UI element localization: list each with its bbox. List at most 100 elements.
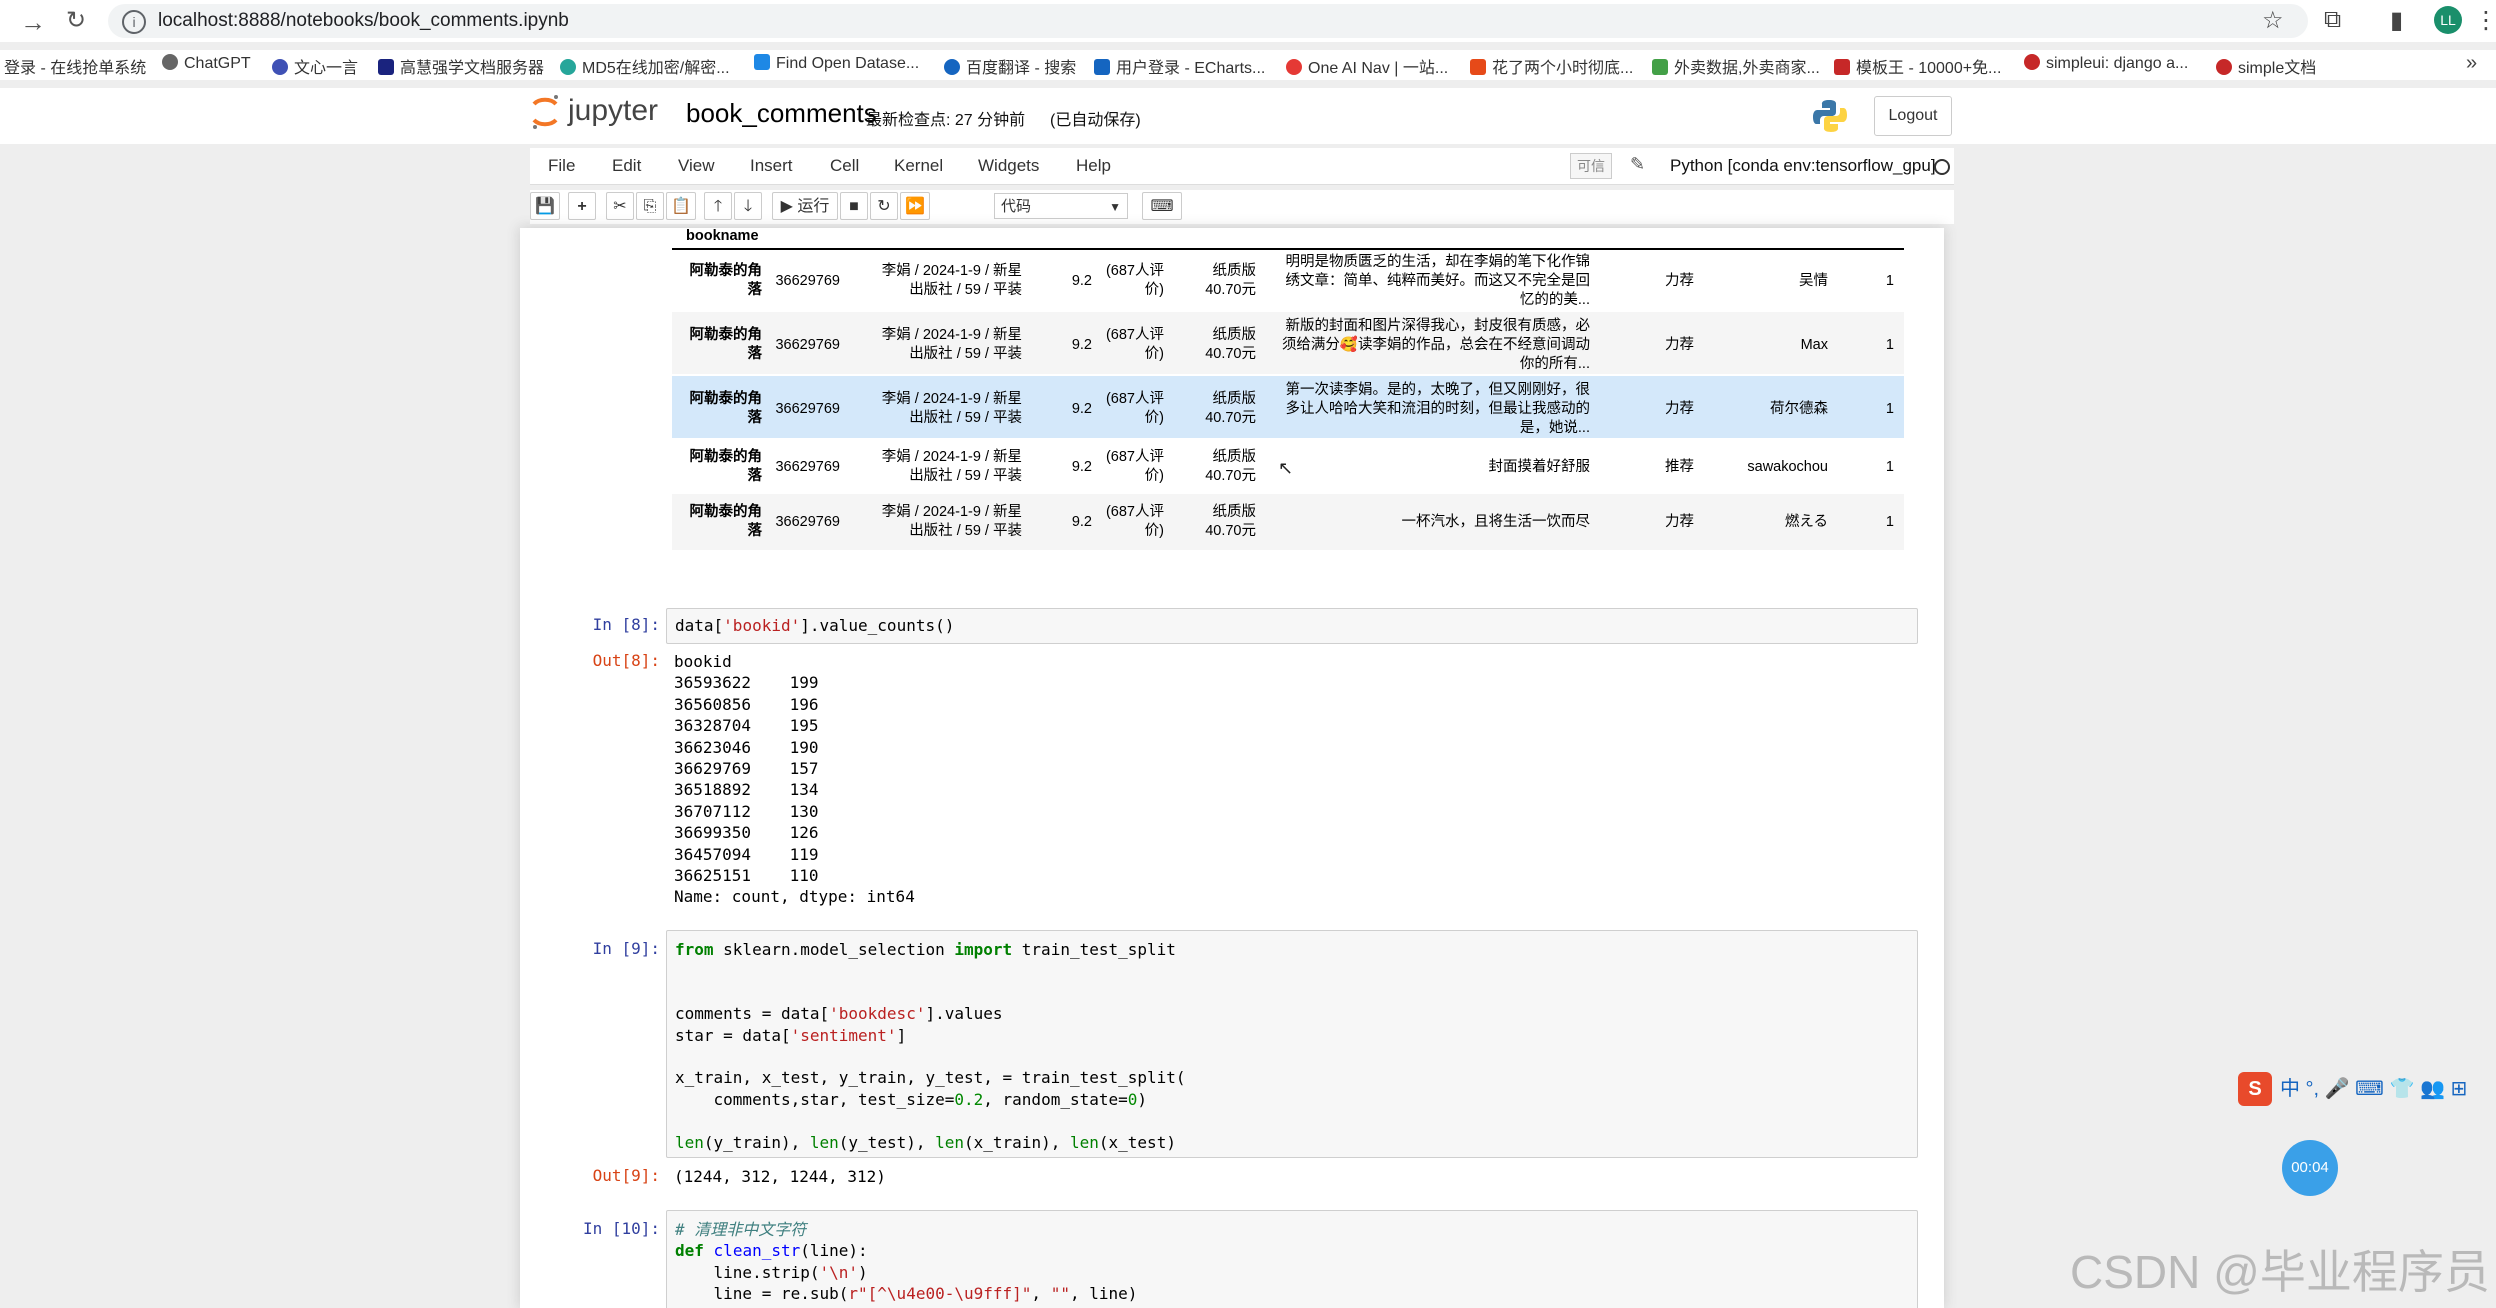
code-line[interactable]: data['bookid'].value_counts() — [675, 615, 954, 636]
cell-in8-prompt: In [8]: — [592, 615, 660, 634]
logout-button[interactable]: Logout — [1874, 96, 1952, 136]
cell-out9-output: (1244, 312, 1244, 312) — [674, 1167, 886, 1186]
cell-sentiment: 1 — [1885, 273, 1894, 289]
add-cell-icon[interactable]: + — [568, 192, 596, 220]
cell-score: 9.2 — [1071, 401, 1092, 417]
bookmark-item[interactable]: 百度翻译 - 搜索 — [944, 54, 1076, 78]
bookmark-item[interactable]: 登录 - 在线抢单系统 — [4, 54, 146, 78]
forward-icon[interactable]: → — [20, 7, 46, 38]
cell-user: 荷尔德森 — [1770, 401, 1828, 417]
cell-price: 纸质版 40.70元 — [1205, 391, 1256, 426]
bookmark-star-icon[interactable]: ☆ — [2262, 6, 2284, 35]
cell-in10-prompt: In [10]: — [582, 1219, 660, 1238]
menu-view[interactable]: View — [678, 156, 715, 176]
address-bar[interactable]: i localhost:8888/notebooks/book_comments… — [108, 4, 2308, 38]
cell-bookname: 阿勒泰的角落 — [689, 449, 763, 484]
cell-price: 纸质版 40.70元 — [1205, 449, 1256, 484]
bookmark-item[interactable]: 文心一言 — [272, 54, 358, 78]
bookmark-item[interactable]: 高慧强学文档服务器 — [378, 54, 544, 78]
chevron-right-icon[interactable]: » — [2466, 52, 2477, 75]
pencil-icon[interactable]: ✎ — [1630, 154, 1645, 175]
code-block[interactable]: from sklearn.model_selection import trai… — [675, 939, 1186, 1153]
extensions-icon[interactable]: ⧉ — [2324, 6, 2341, 34]
menu-widgets[interactable]: Widgets — [978, 156, 1039, 176]
arrow-down-icon[interactable]: 🡓 — [734, 192, 762, 220]
cell-sentiment: 1 — [1885, 337, 1894, 353]
notebook-name[interactable]: book_comments — [686, 98, 877, 129]
cell-price: 纸质版 40.70元 — [1205, 504, 1256, 539]
notebook-container: bookname 阿勒泰的角落 36629769 李娟 / 2024-1-9 /… — [520, 228, 1944, 1308]
kernel-name[interactable]: Python [conda env:tensorflow_gpu] — [1670, 156, 1936, 176]
code-block[interactable]: # 清理非中文字符 def clean_str(line): line.stri… — [675, 1219, 1137, 1305]
menu-file[interactable]: File — [548, 156, 575, 176]
bookmark-item[interactable]: 花了两个小时彻底... — [1470, 54, 1633, 78]
cell-sentiment: 1 — [1885, 459, 1894, 475]
cell-bookid: 36629769 — [775, 514, 840, 530]
restart-icon[interactable]: ↻ — [870, 192, 898, 220]
menu-insert[interactable]: Insert — [750, 156, 793, 176]
table-row: 阿勒泰的角落 36629769 李娟 / 2024-1-9 / 新星 出版社 / … — [672, 376, 1904, 438]
more-menu-icon[interactable]: ⋮ — [2474, 6, 2496, 35]
cell-score: 9.2 — [1071, 337, 1092, 353]
arrow-up-icon[interactable]: 🡑 — [704, 192, 732, 220]
stop-icon[interactable]: ■ — [840, 192, 868, 220]
table-row: 阿勒泰的角落 36629769 李娟 / 2024-1-9 / 新星 出版社 / … — [672, 248, 1904, 310]
cell-in9-prompt: In [9]: — [592, 939, 660, 958]
table-row: 阿勒泰的角落 36629769 李娟 / 2024-1-9 / 新星 出版社 / … — [672, 312, 1904, 374]
menu-cell[interactable]: Cell — [830, 156, 859, 176]
bookmark-item[interactable]: simpleui: django a... — [2024, 54, 2188, 73]
mouse-cursor-icon: ↖ — [1278, 458, 1294, 478]
menu-edit[interactable]: Edit — [612, 156, 641, 176]
bookmark-item[interactable]: MD5在线加密/解密... — [560, 54, 730, 78]
url-text[interactable]: localhost:8888/notebooks/book_comments.i… — [158, 10, 569, 32]
bookmark-item[interactable]: 用户登录 - ECharts... — [1094, 54, 1265, 78]
cell-sentiment: 1 — [1885, 514, 1894, 530]
cell-score: 9.2 — [1071, 273, 1092, 289]
menu-help[interactable]: Help — [1076, 156, 1111, 176]
code-cell-10[interactable]: # 清理非中文字符 def clean_str(line): line.stri… — [666, 1210, 1918, 1308]
cell-user: 燃える — [1784, 514, 1828, 530]
keyboard-icon[interactable]: ⌨ — [1142, 192, 1182, 220]
cell-rating-count: (687人评 价) — [1105, 327, 1164, 362]
sidebar-icon[interactable]: ▮ — [2390, 6, 2403, 35]
copy-icon[interactable]: ⎘ — [636, 192, 664, 220]
jupyter-logo-text[interactable]: jupyter — [568, 94, 658, 128]
cell-score: 9.2 — [1071, 514, 1092, 530]
bookmark-item[interactable]: simple文档 — [2216, 54, 2316, 78]
site-info-icon[interactable]: i — [122, 10, 146, 34]
cell-publisher: 李娟 / 2024-1-9 / 新星 出版社 / 59 / 平装 — [881, 449, 1022, 484]
cell-recommend: 力荐 — [1665, 337, 1694, 353]
cell-rating-count: (687人评 价) — [1105, 391, 1164, 426]
trusted-badge[interactable]: 可信 — [1570, 153, 1612, 179]
reload-icon[interactable]: ↻ — [66, 6, 86, 35]
bookmark-item[interactable]: 模板王 - 10000+免... — [1834, 54, 2001, 78]
run-button[interactable]: ▶ 运行 — [772, 192, 838, 220]
recording-timer[interactable]: 00:04 — [2282, 1140, 2338, 1196]
python-logo-icon — [1813, 100, 1847, 132]
cell-publisher: 李娟 / 2024-1-9 / 新星 出版社 / 59 / 平装 — [881, 327, 1022, 362]
notebook-toolbar: 💾 + ✂ ⎘ 📋 🡑 🡓 ▶ 运行 ■ ↻ ⏩ 代码 ▼ ⌨ — [530, 190, 1954, 224]
code-cell-9[interactable]: from sklearn.model_selection import trai… — [666, 930, 1918, 1158]
cell-recommend: 力荐 — [1665, 514, 1694, 530]
cut-icon[interactable]: ✂ — [606, 192, 634, 220]
fast-forward-icon[interactable]: ⏩ — [900, 192, 930, 220]
cell-publisher: 李娟 / 2024-1-9 / 新星 出版社 / 59 / 平装 — [881, 263, 1022, 298]
cell-user: 吴情 — [1799, 273, 1828, 289]
paste-icon[interactable]: 📋 — [666, 192, 696, 220]
code-cell-8[interactable]: data['bookid'].value_counts() — [666, 608, 1918, 644]
bookmark-item[interactable]: One AI Nav | 一站... — [1286, 54, 1448, 78]
save-icon[interactable]: 💾 — [530, 192, 560, 220]
jupyter-logo-icon[interactable] — [530, 92, 560, 132]
bookmark-item[interactable]: Find Open Datase... — [754, 54, 919, 73]
cell-user: sawakochou — [1747, 459, 1828, 475]
ime-toolbar[interactable]: S中 °, 🎤 ⌨ 👕 👥 ⊞ — [2238, 1072, 2467, 1116]
cell-bookid: 36629769 — [775, 337, 840, 353]
bookmark-item[interactable]: ChatGPT — [162, 54, 251, 73]
cell-bookid: 36629769 — [775, 401, 840, 417]
avatar[interactable]: LL — [2434, 6, 2462, 34]
menu-kernel[interactable]: Kernel — [894, 156, 943, 176]
cell-price: 纸质版 40.70元 — [1205, 327, 1256, 362]
bookmark-item[interactable]: 外卖数据,外卖商家... — [1652, 54, 1820, 78]
cell-sentiment: 1 — [1885, 401, 1894, 417]
cell-type-select[interactable]: 代码 ▼ — [994, 193, 1128, 219]
